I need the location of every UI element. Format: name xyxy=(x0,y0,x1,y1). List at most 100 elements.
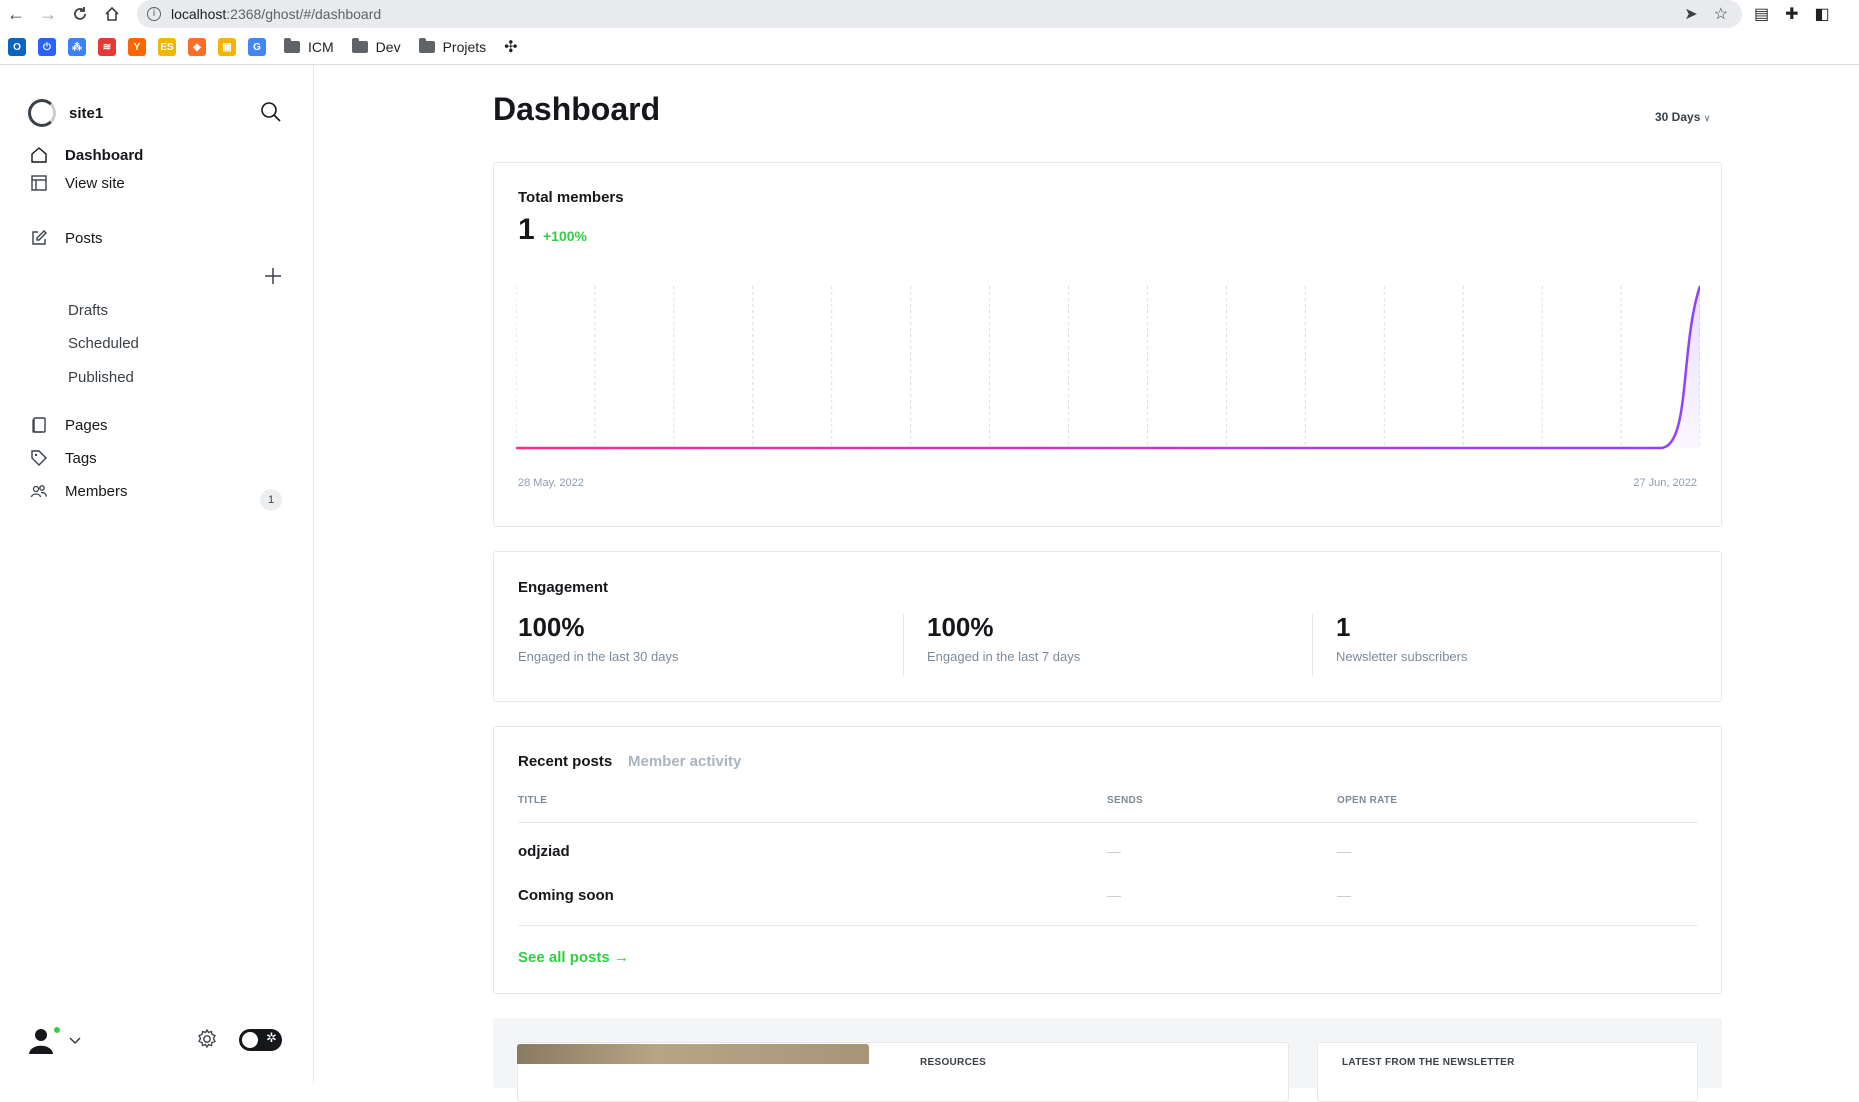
nav-view-site[interactable]: View site xyxy=(30,174,125,192)
nav-drafts[interactable]: Drafts xyxy=(68,302,108,319)
pin-icon: ✣ xyxy=(504,39,518,56)
tab-member-activity[interactable]: Member activity xyxy=(628,753,741,770)
date-range-value: 30 Days xyxy=(1655,110,1701,124)
package-icon[interactable]: ▣ xyxy=(218,38,236,56)
post-open-rate: — xyxy=(1337,843,1351,859)
total-members-value: 1 xyxy=(518,213,535,246)
metric-value: 100% xyxy=(927,612,994,642)
edit-icon xyxy=(32,230,47,245)
engagement-metric-subscribers: 1 Newsletter subscribers xyxy=(1336,612,1468,664)
site-info-icon[interactable]: i xyxy=(147,7,161,21)
see-all-posts-link[interactable]: See all posts → xyxy=(518,949,629,966)
translate-icon[interactable]: G xyxy=(248,38,266,56)
table-row[interactable]: Coming soon — — xyxy=(494,887,1723,927)
total-members-title: Total members xyxy=(518,189,624,206)
nav-dashboard-label: Dashboard xyxy=(65,146,144,164)
members-count-badge: 1 xyxy=(260,489,282,511)
newsletter-card: LATEST FROM THE NEWSLETTER xyxy=(1317,1042,1698,1102)
sidebar: site1 Dashboard View site Posts Drafts S… xyxy=(0,65,314,1083)
table-divider xyxy=(518,822,1698,823)
newsletter-label: LATEST FROM THE NEWSLETTER xyxy=(1342,1057,1515,1068)
add-post-plus-icon[interactable] xyxy=(263,266,283,286)
nav-pages-label: Pages xyxy=(65,416,108,434)
bookmarks-bar: O ⏻ ⁂ ≋ Y ES ◆ ▣ G ICM Dev Projets ✣ xyxy=(0,33,1859,61)
dark-mode-toggle[interactable]: ✲ xyxy=(239,1029,282,1051)
sidepanel-icon[interactable]: ◧ xyxy=(1815,4,1830,24)
y-icon[interactable]: Y xyxy=(128,38,146,56)
chart-series-line xyxy=(516,285,1700,450)
engagement-card: Engagement 100% Engaged in the last 30 d… xyxy=(493,551,1722,702)
engagement-metric-30d: 100% Engaged in the last 30 days xyxy=(518,612,678,664)
bookmark-folder-projets[interactable]: Projets xyxy=(418,38,486,55)
extensions-icon[interactable]: ✚ xyxy=(1785,4,1798,24)
nav-members[interactable]: Members xyxy=(30,482,128,500)
folder-icon xyxy=(351,38,368,53)
folder-icon xyxy=(418,38,435,53)
nav-posts-label: Posts xyxy=(65,229,103,247)
post-sends: — xyxy=(1107,843,1121,859)
recent-posts-card: Recent posts Member activity TITLE SENDS… xyxy=(493,726,1722,994)
table-row[interactable]: odjziad — — xyxy=(494,843,1723,883)
bookmark-folder-dev[interactable]: Dev xyxy=(351,38,401,55)
page-icon xyxy=(32,417,46,433)
chevron-down-icon: ∨ xyxy=(1703,113,1711,123)
browser-toolbar: ← → i localhost:2368/ghost/#/dashboard ➤… xyxy=(0,0,1859,28)
address-bar[interactable]: i localhost:2368/ghost/#/dashboard ➤ ☆ xyxy=(137,0,1742,28)
chart-icon[interactable]: ≋ xyxy=(98,38,116,56)
column-header-sends: SENDS xyxy=(1107,795,1143,806)
engagement-title: Engagement xyxy=(518,579,609,596)
back-icon[interactable]: ← xyxy=(4,3,28,25)
date-range-select[interactable]: 30 Days ∨ xyxy=(1655,110,1710,124)
folder-label: Dev xyxy=(375,39,401,55)
resources-label: RESOURCES xyxy=(920,1057,987,1068)
post-open-rate: — xyxy=(1337,887,1351,903)
gitlab-icon[interactable]: ◆ xyxy=(188,38,206,56)
power-icon[interactable]: ⏻ xyxy=(38,38,56,56)
chart-area xyxy=(516,286,1700,448)
bookmark-folder-icm[interactable]: ICM xyxy=(284,38,334,55)
home-icon xyxy=(31,147,47,163)
layout-icon xyxy=(31,175,47,191)
search-icon[interactable] xyxy=(260,101,282,123)
folder-icon xyxy=(284,38,300,53)
home-icon[interactable] xyxy=(100,3,124,25)
forward-icon[interactable]: → xyxy=(36,3,60,25)
send-icon[interactable]: ➤ xyxy=(1684,4,1697,24)
metric-label: Engaged in the last 7 days xyxy=(927,649,1081,664)
bookmark-star-icon[interactable]: ☆ xyxy=(1714,4,1728,24)
nodes-icon[interactable]: ⁂ xyxy=(68,38,86,56)
nav-scheduled[interactable]: Scheduled xyxy=(68,335,139,352)
sun-icon: ✲ xyxy=(266,1031,277,1046)
url-host: localhost xyxy=(171,6,227,22)
reader-icon[interactable]: ▤ xyxy=(1754,4,1769,24)
nav-pages[interactable]: Pages xyxy=(30,416,108,434)
resource-thumbnail[interactable] xyxy=(517,1044,869,1064)
chevron-down-icon[interactable] xyxy=(69,1033,81,1045)
tab-recent-posts[interactable]: Recent posts xyxy=(518,753,612,770)
post-sends: — xyxy=(1107,887,1121,903)
total-members-card: Total members 1 +100% 28 May, 2022 27 Ju… xyxy=(493,162,1722,527)
metric-divider xyxy=(903,614,904,676)
toggle-knob xyxy=(242,1032,258,1048)
reload-icon[interactable] xyxy=(68,3,92,25)
gear-icon[interactable] xyxy=(196,1028,218,1050)
post-title: Coming soon xyxy=(518,887,614,904)
tag-icon xyxy=(31,450,47,466)
nav-dashboard[interactable]: Dashboard xyxy=(30,146,143,164)
column-header-title: TITLE xyxy=(518,795,548,806)
nav-members-label: Members xyxy=(65,482,128,500)
outlook-icon[interactable]: O xyxy=(8,38,26,56)
es-icon[interactable]: ES xyxy=(158,38,176,56)
nav-tags[interactable]: Tags xyxy=(30,449,97,467)
folder-label: ICM xyxy=(308,39,334,55)
metric-value: 1 xyxy=(1336,612,1351,642)
metric-value: 100% xyxy=(518,612,585,642)
post-title: odjziad xyxy=(518,843,570,860)
site-header[interactable]: site1 xyxy=(28,99,103,127)
metric-label: Engaged in the last 30 days xyxy=(518,649,679,664)
nav-posts[interactable]: Posts xyxy=(30,229,103,247)
page-title: Dashboard xyxy=(493,91,661,127)
bookmark-pin[interactable]: ✣ xyxy=(504,37,517,57)
nav-published[interactable]: Published xyxy=(68,369,134,386)
total-members-delta: +100% xyxy=(543,228,587,244)
